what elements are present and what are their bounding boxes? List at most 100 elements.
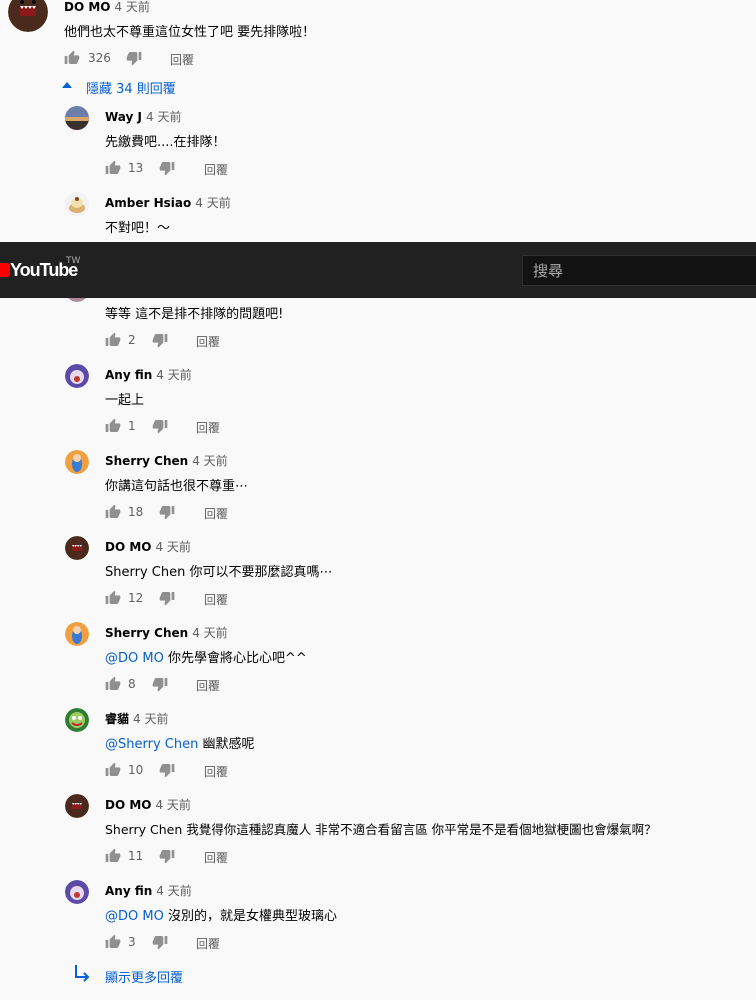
like-count: 10	[128, 763, 144, 777]
avatar[interactable]	[65, 794, 89, 818]
thumb-down-icon[interactable]	[159, 590, 175, 606]
search-box[interactable]	[522, 255, 756, 286]
reply-comment: Sherry Chen 4 天前 你講這句話也很不尊重⋯ 18 回覆	[0, 448, 756, 528]
comment-time[interactable]: 4 天前	[192, 454, 227, 468]
reply-button[interactable]: 回覆	[204, 161, 228, 178]
thumb-up-icon[interactable]	[105, 676, 121, 692]
comment-text: Sherry Chen 我覺得你這種認真魔人 非常不適合看留言區 你平常是不是看…	[105, 822, 657, 837]
like-count: 1	[128, 419, 136, 433]
like-count: 11	[128, 849, 144, 863]
reply-button[interactable]: 回覆	[204, 763, 228, 780]
avatar[interactable]	[65, 192, 89, 216]
avatar[interactable]	[65, 880, 89, 904]
subdirectory-arrow-icon	[75, 965, 90, 982]
masthead: YouTube TW	[0, 242, 756, 298]
reply-comment: Any fin 4 天前 一起上 1 回覆	[0, 362, 756, 442]
like-count: 18	[128, 505, 144, 519]
like-count: 12	[128, 591, 144, 605]
reply-button[interactable]: 回覆	[204, 591, 228, 608]
comment-author[interactable]: DO MO	[105, 540, 151, 554]
comment-author[interactable]: DO MO	[64, 0, 110, 14]
hide-replies-label: 隱藏 34 則回覆	[86, 82, 176, 97]
thumb-down-icon[interactable]	[152, 934, 168, 950]
avatar[interactable]	[65, 708, 89, 732]
reply-button[interactable]: 回覆	[196, 677, 220, 694]
thumb-up-icon[interactable]	[105, 160, 121, 176]
comment-author[interactable]: Sherry Chen	[105, 626, 188, 640]
comment-author[interactable]: Any fin	[105, 884, 152, 898]
comment-time[interactable]: 4 天前	[114, 0, 149, 14]
avatar[interactable]	[65, 622, 89, 646]
comment-author[interactable]: Amber Hsiao	[105, 196, 191, 210]
like-count: 13	[128, 161, 144, 175]
reply-button[interactable]: 回覆	[196, 333, 220, 350]
mention-link[interactable]: @Sherry Chen	[105, 737, 198, 752]
comment-time[interactable]: 4 天前	[192, 626, 227, 640]
thumb-up-icon[interactable]	[105, 848, 121, 864]
reply-comment: DO MO 4 天前 Sherry Chen 你可以不要那麼認真嗎⋯ 12 回覆	[0, 534, 756, 614]
reply-comment: Way J 4 天前 先繳費吧....在排隊！ 13 回覆	[0, 104, 756, 184]
comment-text: 不對吧！～	[105, 221, 171, 236]
comment-time[interactable]: 4 天前	[146, 110, 181, 124]
reply-comment: Sherry Chen 4 天前 @DO MO 你先學會將心比心吧^^ 8 回覆	[0, 620, 756, 700]
comment-text: 等等 這不是排不排隊的問題吧!	[105, 307, 284, 322]
thumb-up-icon[interactable]	[105, 762, 121, 778]
comment-author[interactable]: DO MO	[105, 798, 151, 812]
comment-author[interactable]: Any fin	[105, 368, 152, 382]
thumb-down-icon[interactable]	[159, 504, 175, 520]
thumb-up-icon[interactable]	[64, 50, 80, 66]
thumb-up-icon[interactable]	[105, 418, 121, 434]
comment-author[interactable]: 睿貓	[105, 712, 129, 726]
comment-time[interactable]: 4 天前	[155, 798, 190, 812]
reply-button[interactable]: 回覆	[170, 51, 194, 68]
avatar[interactable]	[65, 536, 89, 560]
avatar[interactable]	[65, 106, 89, 130]
thumb-up-icon[interactable]	[105, 590, 121, 606]
thumb-down-icon[interactable]	[159, 160, 175, 176]
comment-time[interactable]: 4 天前	[133, 712, 168, 726]
like-count: 2	[128, 333, 136, 347]
thumb-down-icon[interactable]	[152, 418, 168, 434]
reply-button[interactable]: 回覆	[204, 849, 228, 866]
thumb-down-icon[interactable]	[126, 50, 142, 66]
reply-button[interactable]: 回覆	[204, 505, 228, 522]
avatar[interactable]	[8, 0, 48, 32]
thumb-up-icon[interactable]	[105, 504, 121, 520]
comment-time[interactable]: 4 天前	[156, 884, 191, 898]
search-input[interactable]	[523, 256, 756, 285]
avatar[interactable]	[65, 364, 89, 388]
logo-region: TW	[66, 256, 81, 266]
thumb-down-icon[interactable]	[159, 762, 175, 778]
comment-text: 他們也太不尊重這位女性了吧 要先排隊啦！	[64, 25, 316, 40]
reply-comment: 睿貓 4 天前 @Sherry Chen 幽默感呢 10 回覆	[0, 706, 756, 786]
comment-author[interactable]: Way J	[105, 110, 142, 124]
comment-text: 一起上	[105, 393, 145, 408]
avatar[interactable]	[65, 450, 89, 474]
comment-text: Sherry Chen 你可以不要那麼認真嗎⋯	[105, 565, 333, 580]
comment-text: 幽默感呢	[198, 737, 255, 752]
thumb-down-icon[interactable]	[152, 332, 168, 348]
comment-text: 你講這句話也很不尊重⋯	[105, 479, 249, 494]
top-comment: DO MO 4 天前 他們也太不尊重這位女性了吧 要先排隊啦！ 326 回覆	[0, 0, 756, 70]
reply-button[interactable]: 回覆	[196, 935, 220, 952]
mention-link[interactable]: @DO MO	[105, 909, 164, 924]
mention-link[interactable]: @DO MO	[105, 651, 164, 666]
comment-time[interactable]: 4 天前	[195, 196, 230, 210]
like-count: 8	[128, 677, 136, 691]
thumb-up-icon[interactable]	[105, 332, 121, 348]
thumb-down-icon[interactable]	[159, 848, 175, 864]
reply-button[interactable]: 回覆	[196, 419, 220, 436]
comment-time[interactable]: 4 天前	[156, 368, 191, 382]
caret-up-icon	[62, 82, 72, 88]
comment-text: 你先學會將心比心吧^^	[163, 651, 307, 666]
like-count: 326	[88, 51, 111, 65]
comment-text: 先繳費吧....在排隊！	[105, 135, 226, 150]
comment-author[interactable]: Sherry Chen	[105, 454, 188, 468]
like-count: 3	[128, 935, 136, 949]
show-more-label: 顯示更多回覆	[105, 971, 184, 986]
comment-time[interactable]: 4 天前	[155, 540, 190, 554]
comment-text: 沒別的，就是女權典型玻璃心	[163, 909, 337, 924]
thumb-down-icon[interactable]	[152, 676, 168, 692]
thumb-up-icon[interactable]	[105, 934, 121, 950]
play-icon	[0, 263, 10, 277]
